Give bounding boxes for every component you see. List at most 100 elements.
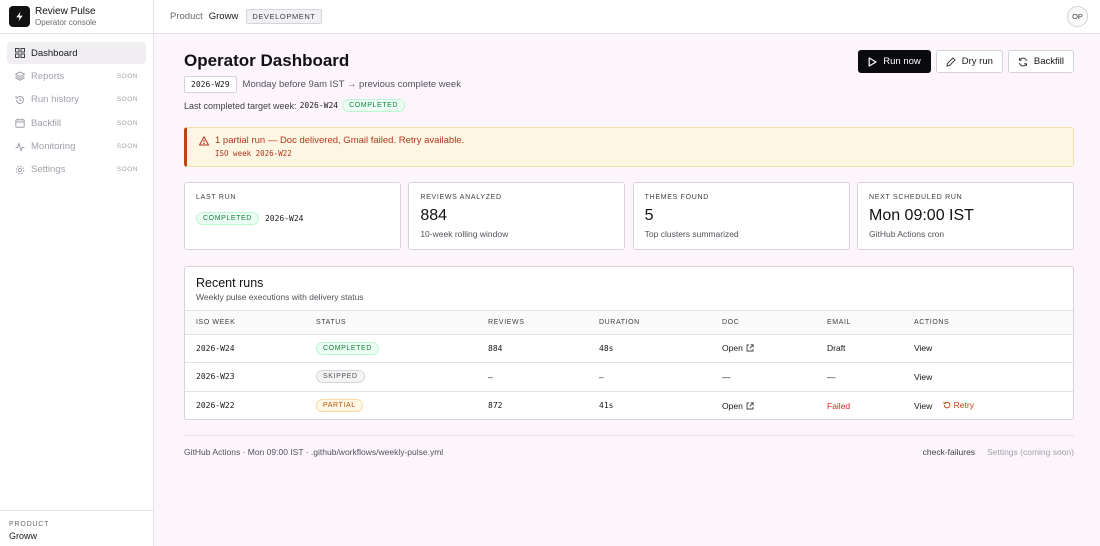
column-header: ISO WEEK (185, 311, 305, 335)
run-now-button[interactable]: Run now (858, 50, 931, 73)
sidebar-item-settings[interactable]: Settings SOON (7, 159, 146, 181)
stat-sub: 10-week rolling window (420, 229, 509, 239)
backfill-button[interactable]: Backfill (1007, 50, 1074, 73)
view-link[interactable]: View (914, 372, 932, 382)
page-title: Operator Dashboard (184, 51, 350, 70)
stat-sub: Top clusters summarized (644, 229, 739, 239)
soon-badge: SOON (116, 119, 138, 127)
week-line: 2026-W29 Monday before 9am IST → previou… (184, 76, 461, 93)
stat-card-reviews: REVIEWS ANALYZED 884 10-week rolling win… (408, 182, 626, 250)
current-week-chip: 2026-W29 (184, 76, 237, 93)
table-row: 2026-W22 PARTIAL 872 41s Open Failed Vie… (185, 391, 1073, 419)
sidebar-item-label: Monitoring (31, 141, 76, 153)
soon-badge: SOON (116, 72, 138, 80)
dry-run-button[interactable]: Dry run (935, 50, 1003, 73)
row-reviews: 884 (477, 334, 588, 363)
table-row: 2026-W23 SKIPPED – – — — View (185, 362, 1073, 392)
row-week: 2026-W24 (185, 334, 305, 363)
view-link[interactable]: View (914, 401, 932, 411)
soon-badge: SOON (116, 143, 138, 151)
open-doc-link[interactable]: Open (722, 401, 754, 411)
brand-subtitle: Operator console (35, 17, 97, 27)
open-doc-link[interactable]: Open (722, 343, 754, 353)
open-doc-label: Open (722, 343, 743, 354)
sidebar-nav: Dashboard Reports SOON Run history SOON … (0, 34, 153, 190)
dry-run-label: Dry run (961, 56, 993, 67)
refresh-icon (1018, 57, 1028, 67)
row-email: Draft (816, 334, 903, 363)
last-completed-line: Last completed target week: 2026-W24 COM… (184, 99, 406, 112)
action-buttons: Run now Dry run Backfill (853, 50, 1074, 73)
sidebar-item-label: Settings (31, 164, 66, 176)
soon-badge: SOON (116, 96, 138, 104)
status-badge: PARTIAL (316, 399, 363, 412)
stat-label: NEXT SCHEDULED RUN (868, 194, 963, 201)
runs-table: ISO WEEK STATUS REVIEWS DURATION DOC EMA… (185, 311, 1073, 419)
sidebar-item-dashboard[interactable]: Dashboard (7, 42, 146, 64)
layers-icon (15, 71, 25, 82)
product-label: PRODUCT (9, 521, 50, 528)
sidebar-item-monitoring[interactable]: Monitoring SOON (7, 136, 146, 158)
gear-icon (15, 165, 25, 175)
stat-value: 884 (420, 207, 448, 224)
stat-label: LAST RUN (196, 194, 237, 201)
breadcrumb-product[interactable]: Groww (209, 11, 239, 22)
stat-card-themes: THEMES FOUND 5 Top clusters summarized (632, 182, 850, 250)
row-reviews: 872 (488, 401, 503, 410)
stat-value: Mon 09:00 IST (868, 207, 974, 224)
sidebar-item-reports[interactable]: Reports SOON (7, 65, 146, 87)
retry-icon (943, 401, 951, 409)
recent-runs-card: Recent runs Weekly pulse executions with… (184, 266, 1074, 420)
calendar-icon (15, 118, 25, 128)
row-duration: 41s (599, 401, 614, 410)
row-week: 2026-W22 (196, 401, 235, 410)
row-email: Failed (827, 400, 851, 411)
stat-week: 2026-W24 (264, 214, 304, 223)
last-completed-label: Last completed target week: (184, 100, 297, 111)
sidebar-item-label: Dashboard (31, 47, 78, 59)
retry-label: Retry (953, 400, 974, 410)
environment-badge: DEVELOPMENT (246, 9, 322, 24)
play-icon (868, 56, 877, 67)
sidebar-item-backfill[interactable]: Backfill SOON (7, 112, 146, 134)
partial-run-alert: 1 partial run — Doc delivered, Gmail fai… (184, 127, 1074, 167)
warning-icon (199, 135, 209, 146)
open-doc-label: Open (722, 400, 743, 411)
week-description: Monday before 9am IST → previous complet… (242, 79, 461, 90)
sidebar: Review Pulse Operator console Dashboard … (0, 0, 154, 546)
row-duration: – (588, 362, 711, 392)
stat-sub: GitHub Actions cron (868, 229, 945, 239)
runs-title: Recent runs (196, 276, 264, 290)
table-header-row: ISO WEEK STATUS REVIEWS DURATION DOC EMA… (185, 311, 1073, 335)
stat-label: REVIEWS ANALYZED (420, 194, 502, 201)
product-value: Groww (9, 531, 38, 541)
sidebar-footer: PRODUCT Groww (0, 510, 153, 546)
external-link-icon (746, 401, 754, 410)
row-email: — (816, 362, 903, 392)
avatar[interactable]: OP (1067, 6, 1088, 27)
bolt-icon (9, 6, 30, 27)
check-failures-link[interactable]: check-failures (923, 447, 975, 457)
breadcrumb-label: Product (170, 11, 203, 22)
table-row: 2026-W24 COMPLETED 884 48s Open Draft Vi… (185, 334, 1073, 363)
row-duration: 48s (588, 334, 711, 363)
sidebar-item-run-history[interactable]: Run history SOON (7, 89, 146, 111)
status-badge: COMPLETED (316, 341, 379, 355)
brand[interactable]: Review Pulse Operator console (0, 0, 153, 34)
retry-button[interactable]: Retry (943, 400, 974, 410)
row-week: 2026-W23 (185, 362, 305, 392)
column-header: REVIEWS (477, 311, 588, 335)
sidebar-item-label: Run history (31, 94, 80, 106)
page-footer: GitHub Actions · Mon 09:00 IST · .github… (184, 435, 1074, 457)
stat-value: 5 (644, 207, 654, 224)
view-link[interactable]: View (914, 343, 932, 353)
column-header: STATUS (305, 311, 477, 335)
grid-icon (15, 48, 25, 58)
history-icon (15, 95, 25, 105)
sidebar-item-label: Backfill (31, 117, 62, 129)
row-doc: — (711, 362, 816, 392)
last-completed-week: 2026-W24 (299, 101, 339, 110)
alert-title: 1 partial run — Doc delivered, Gmail fai… (215, 135, 465, 146)
run-now-label: Run now (883, 56, 921, 67)
column-header: EMAIL (816, 311, 903, 335)
